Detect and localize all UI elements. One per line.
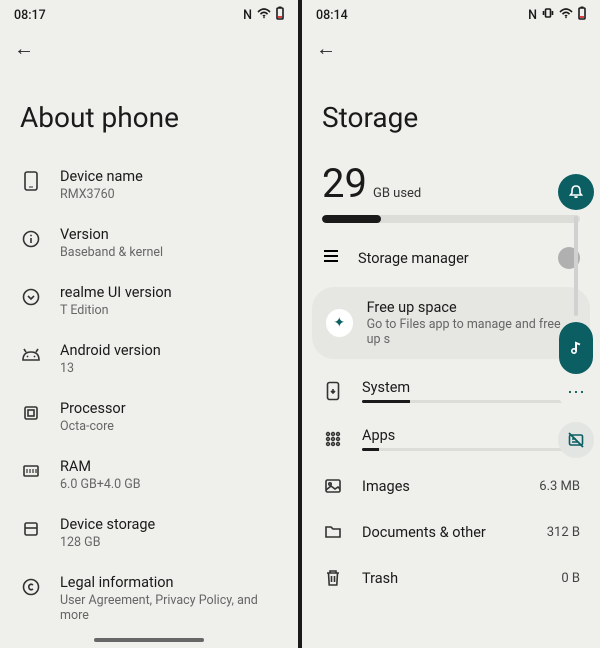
row-title: Processor xyxy=(60,400,278,417)
category-name: System xyxy=(362,379,410,396)
volume-slider-thumb[interactable] xyxy=(559,322,593,374)
back-button[interactable]: ← xyxy=(0,28,298,63)
about-row-2[interactable]: realme UI version T Edition xyxy=(0,272,298,330)
row-subtitle: RMX3760 xyxy=(60,187,278,202)
vibrate-icon xyxy=(542,7,554,23)
category-list: System Apps Images 6.3 MB Documents & other 3… xyxy=(302,367,600,601)
category-name: Trash xyxy=(362,570,398,587)
apps-icon xyxy=(322,428,344,450)
status-bar: 08:14 N xyxy=(302,0,600,28)
free-up-title: Free up space xyxy=(367,299,576,316)
nfc-icon: N xyxy=(528,8,537,23)
category-size: 0 B xyxy=(561,571,580,586)
about-row-4[interactable]: Processor Octa-core xyxy=(0,388,298,446)
row-subtitle: 13 xyxy=(60,361,278,376)
phone-icon xyxy=(20,170,42,192)
storage-summary: 29 GB used 128 xyxy=(302,156,600,233)
about-row-0[interactable]: Device name RMX3760 xyxy=(0,156,298,214)
battery-low-icon xyxy=(578,6,586,24)
status-icons: N xyxy=(243,6,284,24)
row-title: Android version xyxy=(60,342,278,359)
chevron-down-circle-icon xyxy=(20,286,42,308)
chip-icon xyxy=(20,402,42,424)
wifi-icon xyxy=(257,8,271,23)
about-row-7[interactable]: Legal information User Agreement, Privacy… xyxy=(0,562,298,635)
page-title: About phone xyxy=(0,63,298,156)
trash-icon xyxy=(322,567,344,589)
category-name: Images xyxy=(362,478,410,495)
about-phone-screen: 08:17 N ← About phone Device name RMX3760… xyxy=(0,0,298,648)
volume-slider-track[interactable] xyxy=(574,216,578,316)
row-subtitle: 6.0 GB+4.0 GB xyxy=(60,477,278,492)
back-arrow-icon: ← xyxy=(316,36,336,61)
free-up-space-card[interactable]: ✦ Free up space Go to Files app to manag… xyxy=(312,287,590,359)
row-title: Device name xyxy=(60,168,278,185)
about-list: Device name RMX3760 Version Baseband & kern… xyxy=(0,156,298,635)
nfc-icon: N xyxy=(243,8,252,23)
storage-icon xyxy=(20,518,42,540)
status-time: 08:14 xyxy=(316,8,348,23)
about-row-3[interactable]: Android version 13 xyxy=(0,330,298,388)
volume-more-button[interactable]: ⋯ xyxy=(558,374,594,410)
images-icon xyxy=(322,475,344,497)
memory-icon xyxy=(20,460,42,482)
category-apps[interactable]: Apps xyxy=(302,415,600,463)
back-arrow-icon: ← xyxy=(14,36,34,61)
category-size: 312 B xyxy=(547,525,580,540)
ring-mode-button[interactable] xyxy=(558,174,594,210)
row-title: Device storage xyxy=(60,516,278,533)
status-time: 08:17 xyxy=(14,8,46,23)
about-row-1[interactable]: Version Baseband & kernel xyxy=(0,214,298,272)
category-size: 6.3 MB xyxy=(539,479,580,494)
used-unit: GB used xyxy=(373,186,421,201)
tune-icon xyxy=(322,247,340,269)
battery-low-icon xyxy=(276,6,284,24)
storage-manager-label: Storage manager xyxy=(358,250,540,267)
row-subtitle: T Edition xyxy=(60,303,278,318)
row-title: Legal information xyxy=(60,574,278,591)
category-name: Documents & other xyxy=(362,524,486,541)
category-name: Apps xyxy=(362,427,395,444)
row-subtitle: User Agreement, Privacy Policy, and more xyxy=(60,593,278,623)
folder-icon xyxy=(322,521,344,543)
storage-screen: 08:14 N ← Storage 29 GB used 128 Storage… xyxy=(302,0,600,648)
row-subtitle: 128 GB xyxy=(60,535,278,550)
system-icon xyxy=(322,380,344,402)
live-caption-button[interactable] xyxy=(558,422,594,458)
category-bar xyxy=(362,448,580,451)
wifi-icon xyxy=(559,8,573,23)
row-title: RAM xyxy=(60,458,278,475)
category-trash[interactable]: Trash 0 B xyxy=(302,555,600,601)
sparkle-icon: ✦ xyxy=(326,309,353,337)
row-subtitle: Octa-core xyxy=(60,419,278,434)
row-title: realme UI version xyxy=(60,284,278,301)
used-value: 29 xyxy=(322,160,367,207)
about-row-6[interactable]: Device storage 128 GB xyxy=(0,504,298,562)
status-bar: 08:17 N xyxy=(0,0,298,28)
row-subtitle: Baseband & kernel xyxy=(60,245,278,260)
category-bar xyxy=(362,400,580,403)
category-images[interactable]: Images 6.3 MB xyxy=(302,463,600,509)
gesture-pill[interactable] xyxy=(94,638,204,642)
volume-panel[interactable]: ⋯ xyxy=(558,174,594,458)
copyright-icon xyxy=(20,576,42,598)
android-icon xyxy=(20,344,42,366)
storage-manager-row[interactable]: Storage manager xyxy=(302,233,600,283)
category-system[interactable]: System xyxy=(302,367,600,415)
info-icon xyxy=(20,228,42,250)
row-title: Version xyxy=(60,226,278,243)
status-icons: N xyxy=(528,6,586,24)
page-title: Storage xyxy=(302,63,600,156)
usage-bar xyxy=(322,215,580,223)
free-up-subtitle: Go to Files app to manage and free up s xyxy=(367,317,576,347)
about-row-5[interactable]: RAM 6.0 GB+4.0 GB xyxy=(0,446,298,504)
back-button[interactable]: ← xyxy=(302,28,600,63)
category-documents-other[interactable]: Documents & other 312 B xyxy=(302,509,600,555)
